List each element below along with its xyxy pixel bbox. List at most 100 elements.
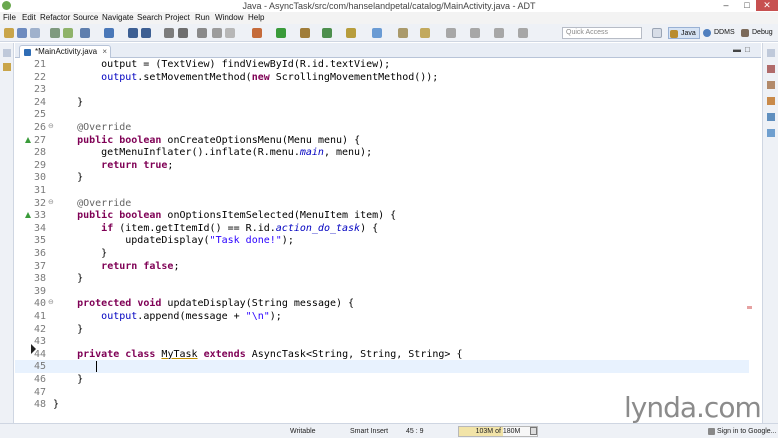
- code-token: class: [125, 348, 156, 360]
- code-line[interactable]: 24 }: [15, 96, 749, 109]
- perspective-ddms[interactable]: DDMS: [702, 27, 738, 39]
- forward-icon[interactable]: [494, 28, 504, 38]
- overview-ruler-marker[interactable]: [747, 306, 752, 309]
- tab-mainactivity-java[interactable]: *MainActivity.java ×: [19, 45, 111, 58]
- code-line[interactable]: 31: [15, 184, 749, 197]
- javadoc-view-icon[interactable]: [767, 97, 775, 105]
- debug-icon[interactable]: [252, 28, 262, 38]
- menu-project[interactable]: Project: [165, 12, 190, 24]
- maximize-window-icon[interactable]: □: [737, 0, 757, 11]
- save-all-icon[interactable]: [30, 28, 40, 38]
- code-line[interactable]: 44 private class MyTask extends AsyncTas…: [15, 348, 749, 361]
- restore-view-icon[interactable]: [3, 49, 11, 57]
- minimize-editor-icon[interactable]: ▬: [733, 45, 741, 54]
- line-number: 23: [33, 84, 46, 96]
- minimize-window-icon[interactable]: –: [716, 0, 736, 11]
- line-number: 39: [33, 285, 46, 297]
- last-edit-location-icon[interactable]: [446, 28, 456, 38]
- code-line[interactable]: 23: [15, 83, 749, 96]
- code-line[interactable]: 38 }: [15, 272, 749, 285]
- code-line[interactable]: 21 output = (TextView) findViewById(R.id…: [15, 58, 749, 71]
- code-line[interactable]: 25: [15, 108, 749, 121]
- code-line[interactable]: 35 updateDisplay("Task done!");: [15, 234, 749, 247]
- pin-editor-icon[interactable]: [518, 28, 528, 38]
- code-line[interactable]: 28 getMenuInflater().inflate(R.menu.main…: [15, 146, 749, 159]
- code-editor[interactable]: 21 output = (TextView) findViewById(R.id…: [15, 58, 749, 423]
- previous-annotation-icon[interactable]: [420, 28, 430, 38]
- package-explorer-icon[interactable]: [3, 63, 11, 71]
- maximize-editor-icon[interactable]: □: [745, 45, 750, 54]
- lint-icon[interactable]: [80, 28, 90, 38]
- external-tools-icon[interactable]: [300, 28, 310, 38]
- perspective-java[interactable]: Java: [668, 27, 700, 39]
- menu-navigate[interactable]: Navigate: [102, 12, 134, 24]
- console-view-icon[interactable]: [767, 129, 775, 137]
- problems-view-icon[interactable]: [767, 81, 775, 89]
- open-file-icon[interactable]: [178, 28, 188, 38]
- back-icon[interactable]: [470, 28, 480, 38]
- run-menu-icon[interactable]: [322, 28, 332, 38]
- code-token: new: [251, 71, 270, 83]
- open-perspective-icon[interactable]: [652, 28, 662, 38]
- menu-source[interactable]: Source: [73, 12, 98, 24]
- heap-label: 103M of 180M: [475, 428, 521, 435]
- avd-manager-icon[interactable]: [63, 28, 73, 38]
- code-text: public boolean onCreateOptionsMenu(Menu …: [53, 134, 360, 147]
- code-line[interactable]: 33 public boolean onOptionsItemSelected(…: [15, 209, 749, 222]
- code-line[interactable]: 22 output.setMovementMethod(new Scrollin…: [15, 71, 749, 84]
- line-number: 48: [33, 399, 46, 411]
- run-icon[interactable]: [276, 28, 286, 38]
- code-line[interactable]: 46 }: [15, 373, 749, 386]
- code-line[interactable]: 39: [15, 285, 749, 298]
- menu-edit[interactable]: Edit: [22, 12, 36, 24]
- android-sdk-manager-icon[interactable]: [50, 28, 60, 38]
- search-icon[interactable]: [372, 28, 382, 38]
- menu-help[interactable]: Help: [248, 12, 264, 24]
- export-icon[interactable]: [141, 28, 151, 38]
- heap-status[interactable]: 103M of 180M: [458, 426, 538, 437]
- menu-file[interactable]: File: [3, 12, 16, 24]
- toggle-breadcrumb-icon[interactable]: [197, 28, 207, 38]
- menu-search[interactable]: Search: [137, 12, 162, 24]
- garbage-collect-icon[interactable]: [530, 427, 537, 435]
- code-line[interactable]: 27 public boolean onCreateOptionsMenu(Me…: [15, 134, 749, 147]
- declaration-view-icon[interactable]: [767, 113, 775, 121]
- new-java-class-icon[interactable]: [346, 28, 356, 38]
- restore-right-view-icon[interactable]: [767, 49, 775, 57]
- menu-window[interactable]: Window: [215, 12, 243, 24]
- code-text: }: [53, 373, 83, 386]
- code-token: private: [77, 348, 120, 360]
- code-line[interactable]: 40 ⊖ protected void updateDisplay(String …: [15, 297, 749, 310]
- save-icon[interactable]: [17, 28, 27, 38]
- code-line[interactable]: 26 ⊖ @Override: [15, 121, 749, 134]
- code-line[interactable]: 42 }: [15, 323, 749, 336]
- code-line[interactable]: 32 ⊖ @Override: [15, 197, 749, 210]
- code-token: }: [53, 273, 84, 285]
- new-icon[interactable]: [4, 28, 14, 38]
- import-icon[interactable]: [128, 28, 138, 38]
- next-annotation-icon[interactable]: [398, 28, 408, 38]
- code-line[interactable]: 29 return true;: [15, 159, 749, 172]
- close-tab-icon[interactable]: ×: [102, 46, 107, 58]
- code-line[interactable]: 45: [15, 360, 749, 373]
- google-signin-link[interactable]: Sign in to Google...: [708, 424, 777, 438]
- code-line[interactable]: 30 }: [15, 171, 749, 184]
- code-line[interactable]: 37 return false;: [15, 260, 749, 273]
- menu-refactor[interactable]: Refactor: [40, 12, 70, 24]
- code-line[interactable]: 41 output.append(message + "\n");: [15, 310, 749, 323]
- mark-occurrences-icon[interactable]: [212, 28, 222, 38]
- line-number: 28: [33, 147, 46, 159]
- open-type-icon[interactable]: [164, 28, 174, 38]
- block-selection-icon[interactable]: [225, 28, 235, 38]
- code-line[interactable]: 36 }: [15, 247, 749, 260]
- close-window-icon[interactable]: ✕: [756, 0, 778, 11]
- menu-run[interactable]: Run: [195, 12, 210, 24]
- perspective-debug[interactable]: Debug: [740, 27, 776, 39]
- new-android-project-icon[interactable]: [104, 28, 114, 38]
- quick-access-input[interactable]: Quick Access: [562, 27, 642, 39]
- code-line[interactable]: 34 if (item.getItemId() == R.id.action_d…: [15, 222, 749, 235]
- outline-view-icon[interactable]: [767, 65, 775, 73]
- code-token: output: [101, 71, 138, 83]
- code-line[interactable]: 43: [15, 335, 749, 348]
